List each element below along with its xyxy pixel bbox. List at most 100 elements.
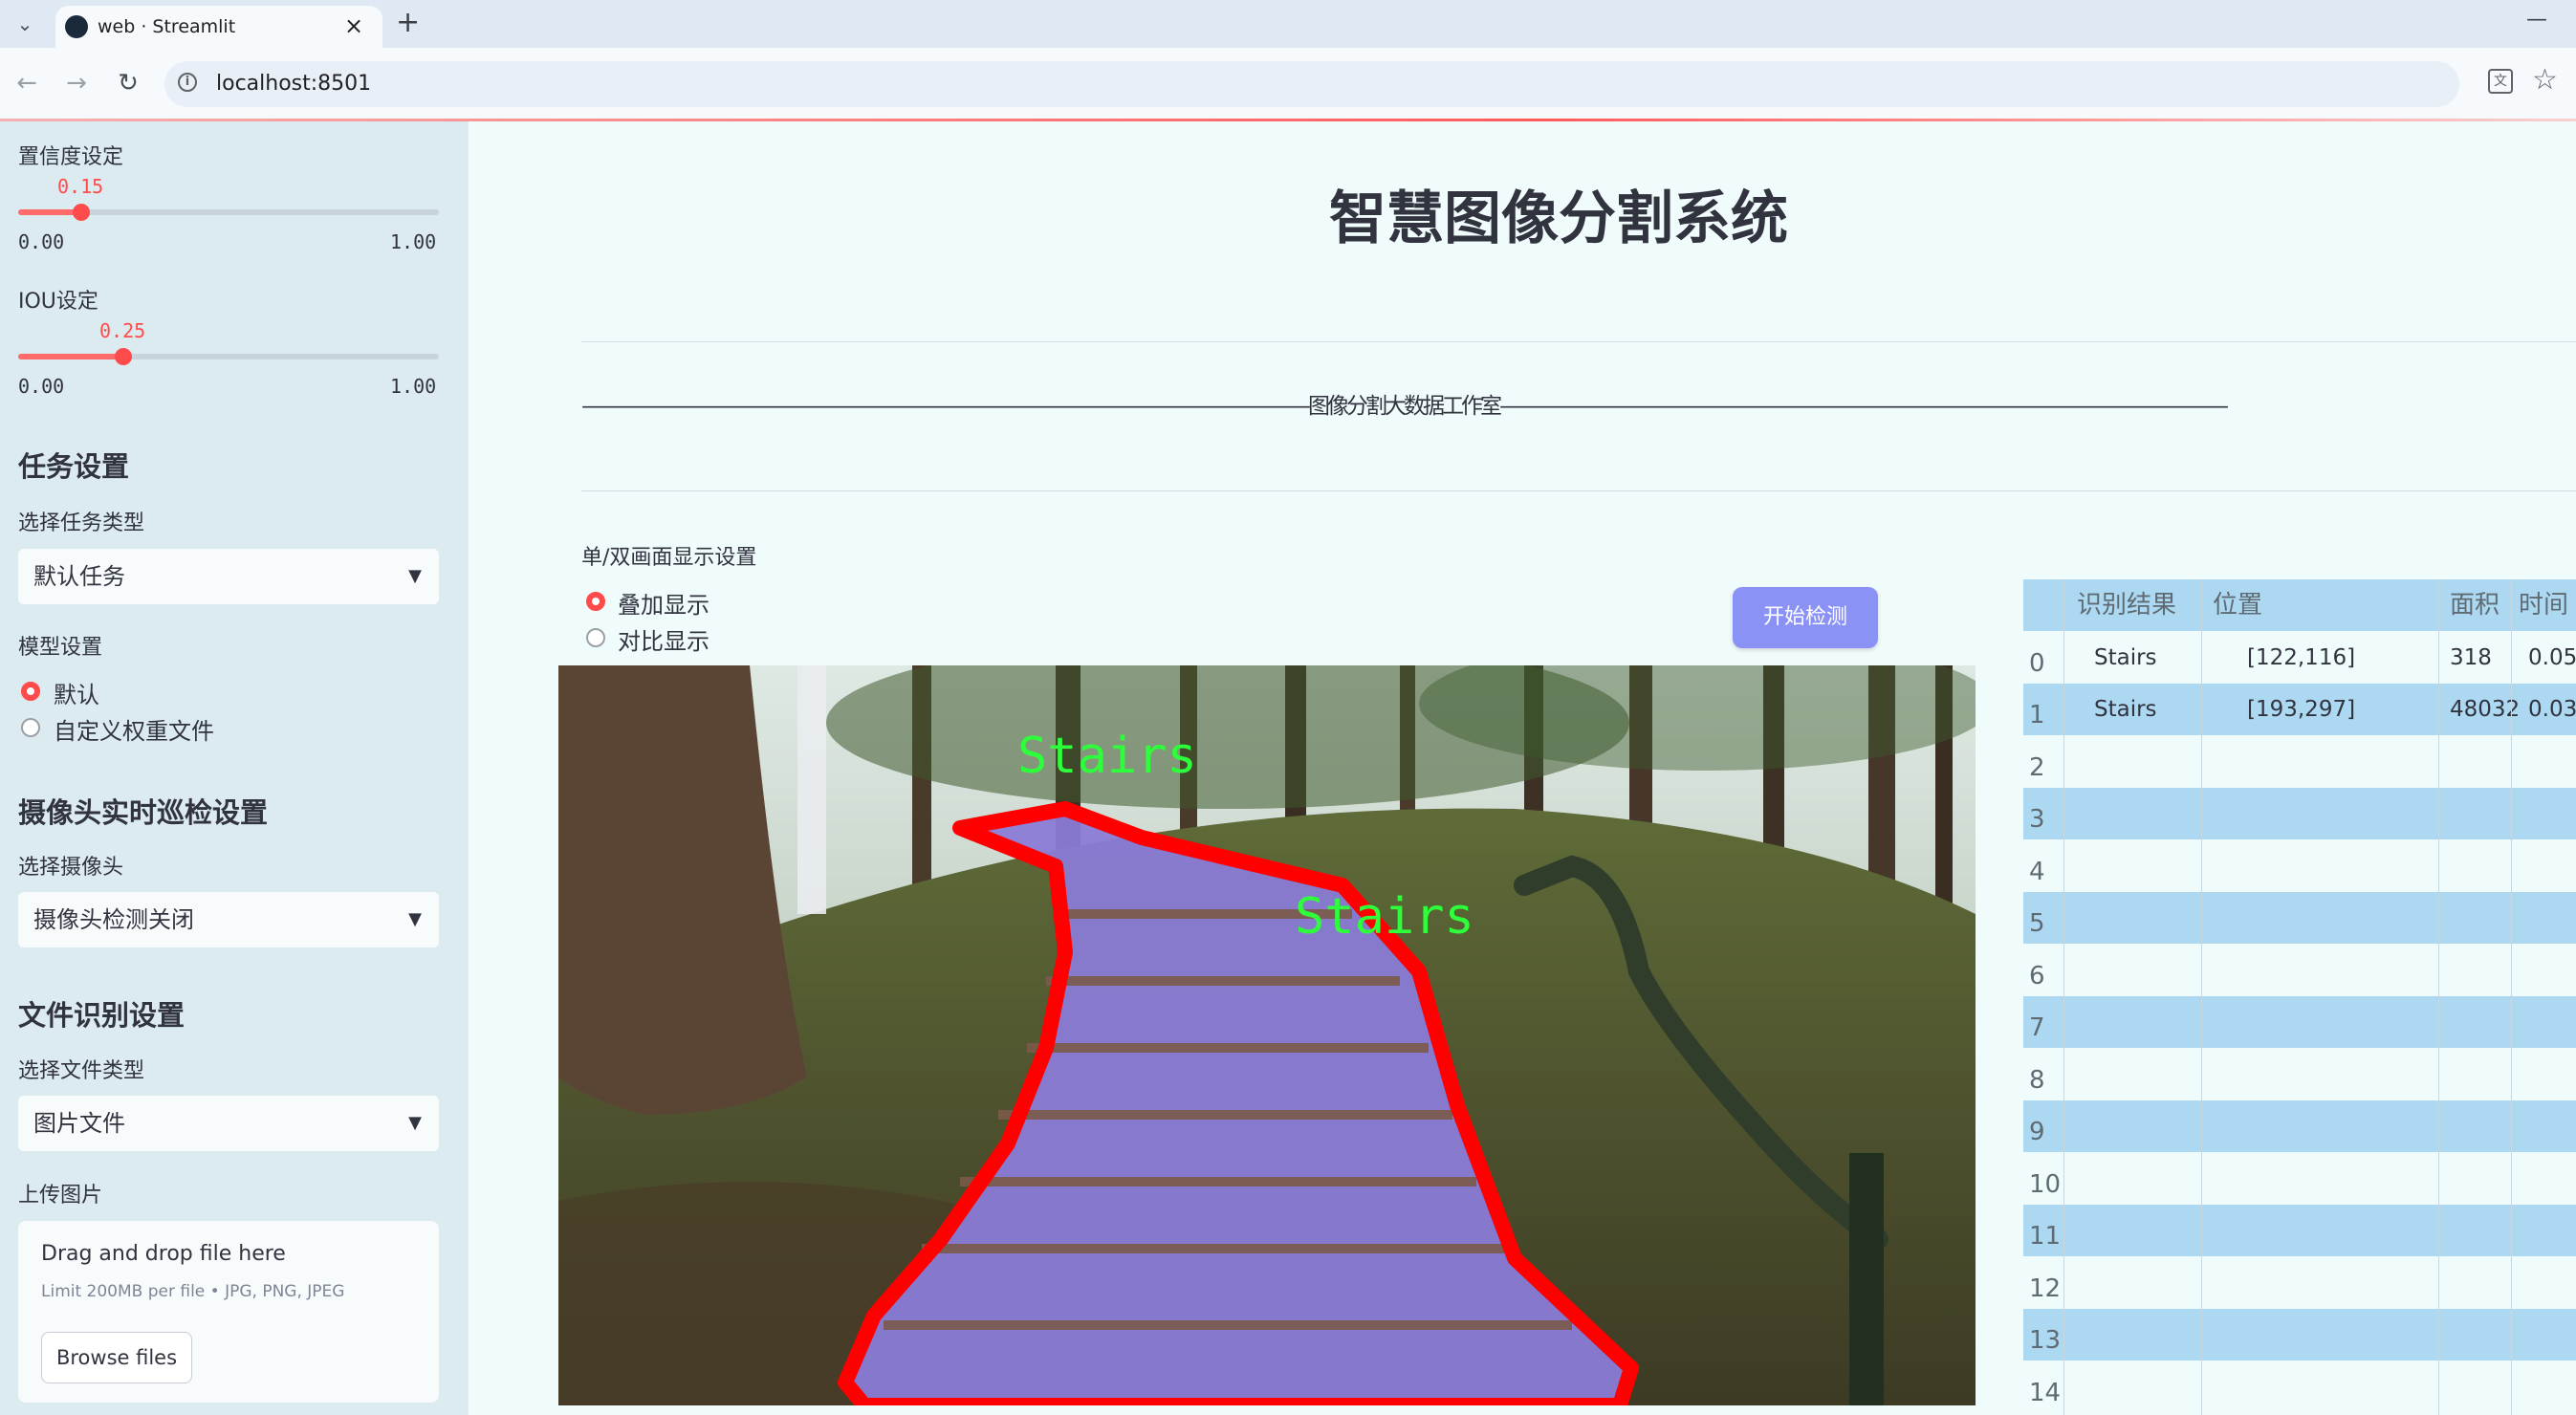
browser-tab-bar: ⌄ web · Streamlit × + — [0,0,2576,48]
model-settings-label: 模型设置 [18,636,103,660]
iou-max: 1.00 [390,375,437,398]
confidence-max: 1.00 [390,230,437,253]
file-type-value: 图片文件 [33,1110,125,1137]
camera-select-value: 摄像头检测关闭 [33,906,194,933]
chevron-down-icon: ▼ [408,1113,422,1133]
table-row[interactable]: 1 Stairs [193,297] 48032 0.03 [2023,684,2576,735]
url-text: localhost:8501 [216,72,372,96]
compare-display-label: 对比显示 [618,628,709,655]
task-type-label: 选择任务类型 [18,512,145,535]
file-type-select[interactable]: 图片文件 ▼ [18,1096,439,1151]
row-index: 7 [2029,1013,2045,1042]
forward-icon[interactable]: → [57,60,96,106]
iou-value: 0.25 [99,319,146,342]
start-detection-button[interactable]: 开始检测 [1733,587,1878,648]
divider-bottom [581,490,2576,491]
file-dropzone[interactable]: Drag and drop file here Limit 200MB per … [18,1221,439,1403]
table-row[interactable]: 14 [2023,1361,2576,1413]
dropzone-text: Drag and drop file here [41,1242,286,1266]
row-index: 3 [2029,805,2045,834]
new-tab-icon[interactable]: + [396,6,420,40]
address-bar: ← → ↻ i localhost:8501 文 ☆ [0,48,2576,120]
iou-slider[interactable] [18,354,439,359]
iou-slider-thumb[interactable] [115,348,132,365]
column-header-position: 位置 [2213,591,2263,620]
column-header-area: 面积 [2450,591,2500,620]
translate-icon[interactable]: 文 [2488,69,2513,94]
file-settings-heading: 文件识别设置 [18,999,186,1032]
confidence-slider-thumb[interactable] [73,204,90,221]
tab-title: web · Streamlit [98,16,236,37]
overlay-display-radio[interactable] [586,592,605,611]
overlay-display-label: 叠加显示 [618,592,709,619]
url-field[interactable]: i localhost:8501 [164,61,2459,107]
segmentation-image-canvas: Stairs Stairs [558,665,1976,1405]
table-row[interactable]: 9 [2023,1100,2576,1152]
detection-label-1: Stairs [1017,728,1197,785]
back-icon[interactable]: ← [8,60,46,106]
column-header-result: 识别结果 [2077,591,2177,620]
site-info-icon[interactable]: i [178,73,197,92]
streamlit-favicon-icon [65,15,88,38]
confidence-label: 置信度设定 [18,145,124,169]
table-row[interactable]: 0 Stairs [122,116] 318 0.05 [2023,632,2576,684]
page-title: 智慧图像分割系统 [1329,185,1788,252]
column-header-time: 时间 [2519,591,2569,620]
table-row[interactable]: 13 [2023,1309,2576,1361]
file-type-label: 选择文件类型 [18,1059,145,1083]
row-index: 0 [2029,649,2045,678]
row-index: 13 [2029,1326,2062,1355]
row-index: 9 [2029,1118,2045,1146]
close-tab-icon[interactable]: × [344,11,363,40]
model-custom-radio[interactable] [21,718,40,737]
row-index: 8 [2029,1066,2045,1095]
table-row[interactable]: 4 [2023,840,2576,892]
camera-select[interactable]: 摄像头检测关闭 ▼ [18,892,439,947]
task-type-value: 默认任务 [33,563,125,590]
tab-list-chevron-icon[interactable]: ⌄ [6,1,44,47]
row-index: 14 [2029,1379,2062,1407]
model-default-radio[interactable] [21,682,40,701]
detection-label-2: Stairs [1295,888,1474,946]
table-row[interactable]: 5 [2023,892,2576,944]
cell-area: 48032 [2450,697,2521,722]
table-row[interactable]: 2 [2023,736,2576,788]
studio-banner: ——————————————————————————————————————图像… [581,394,2229,419]
model-default-label: 默认 [54,682,99,708]
confidence-value: 0.15 [57,175,104,198]
row-index: 12 [2029,1274,2062,1303]
camera-settings-heading: 摄像头实时巡检设置 [18,796,269,829]
task-type-select[interactable]: 默认任务 ▼ [18,549,439,604]
bookmark-star-icon[interactable]: ☆ [2532,63,2558,97]
row-index: 1 [2029,701,2045,729]
minimize-icon[interactable]: — [2526,8,2547,32]
column-divider [2511,579,2512,1415]
sidebar: 置信度设定 0.15 0.00 1.00 IOU设定 0.25 0.00 1.0… [0,121,469,1415]
column-divider [2201,579,2202,1415]
compare-display-radio[interactable] [586,628,605,647]
cell-area: 318 [2450,645,2492,670]
browse-files-button[interactable]: Browse files [41,1332,192,1383]
browser-tab[interactable]: web · Streamlit × [55,6,382,48]
task-settings-heading: 任务设置 [18,450,130,483]
table-row[interactable]: 7 [2023,996,2576,1048]
results-table[interactable]: 识别结果 位置 面积 时间 0 Stairs [122,116] 318 0.05 1 St… [2023,579,2576,1415]
table-row[interactable]: 10 [2023,1153,2576,1205]
dropzone-limit: Limit 200MB per file • JPG, PNG, JPEG [41,1282,345,1301]
row-index: 5 [2029,909,2045,938]
upload-label: 上传图片 [18,1184,103,1208]
table-row[interactable]: 11 [2023,1205,2576,1256]
table-row[interactable]: 6 [2023,945,2576,996]
table-header: 识别结果 位置 面积 时间 [2023,579,2576,631]
iou-slider-fill [18,354,123,359]
table-row[interactable]: 12 [2023,1257,2576,1309]
table-row[interactable]: 3 [2023,788,2576,839]
cell-result: Stairs [2094,697,2157,722]
cell-result: Stairs [2094,645,2157,670]
row-index: 11 [2029,1222,2062,1251]
display-mode-label: 单/双画面显示设置 [581,546,757,570]
confidence-min: 0.00 [18,230,65,253]
column-divider [2063,579,2064,1415]
table-row[interactable]: 8 [2023,1049,2576,1100]
reload-icon[interactable]: ↻ [109,60,147,106]
